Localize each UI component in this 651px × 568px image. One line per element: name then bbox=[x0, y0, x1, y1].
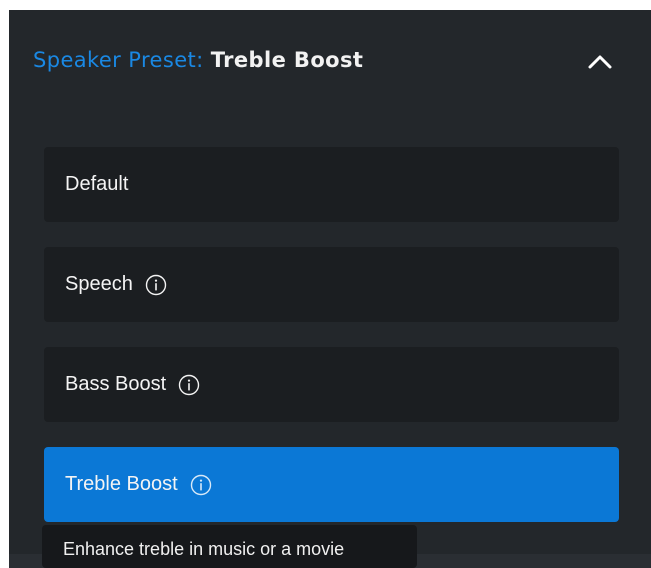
preset-option-label: Default bbox=[65, 173, 129, 195]
preset-option-bass-boost[interactable]: Bass Boost bbox=[44, 347, 619, 422]
preset-option-treble-boost[interactable]: Treble Boost bbox=[44, 447, 619, 522]
tooltip-text: Enhance treble in music or a movie bbox=[63, 539, 345, 559]
preset-title-value: Treble Boost bbox=[210, 48, 364, 72]
info-tooltip: Enhance treble in music or a movie bbox=[42, 525, 417, 568]
preset-option-label: Treble Boost bbox=[65, 473, 178, 495]
preset-title: Speaker Preset: Treble Boost bbox=[33, 48, 363, 72]
preset-option-label: Bass Boost bbox=[65, 373, 167, 395]
info-icon[interactable] bbox=[190, 474, 212, 496]
info-icon[interactable] bbox=[178, 374, 200, 396]
preset-option-speech[interactable]: Speech bbox=[44, 247, 619, 322]
preset-header[interactable]: Speaker Preset: Treble Boost bbox=[9, 10, 651, 110]
collapse-button[interactable] bbox=[581, 44, 619, 78]
preset-title-prefix: Speaker Preset: bbox=[33, 48, 204, 72]
speaker-preset-panel: Speaker Preset: Treble Boost Default Spe… bbox=[9, 10, 651, 568]
chevron-up-icon bbox=[588, 55, 612, 69]
preset-option-label: Speech bbox=[65, 273, 133, 295]
info-icon[interactable] bbox=[145, 274, 167, 296]
preset-option-default[interactable]: Default bbox=[44, 147, 619, 222]
